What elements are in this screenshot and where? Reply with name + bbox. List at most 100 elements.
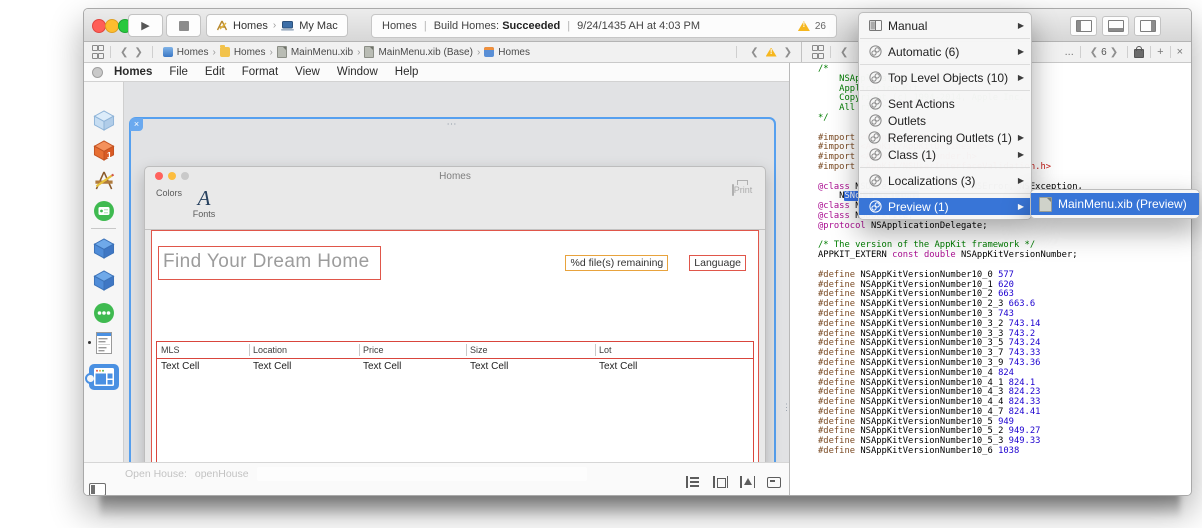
menu-item-outlets[interactable]: Outlets <box>859 112 1031 129</box>
ib-canvas[interactable]: × ⋯ ⋮ ⋮ Homes <box>124 82 789 462</box>
design-window[interactable]: Homes Colors A Fonts Print Find Your Dre… <box>144 166 766 462</box>
document-outline-dock: 1 <box>84 82 124 462</box>
stack-button[interactable] <box>686 476 701 488</box>
column-header-size[interactable]: Size <box>466 344 595 356</box>
document-outline-toggle[interactable] <box>89 483 106 495</box>
xib-icon <box>276 46 287 58</box>
counterparts-icon <box>868 97 882 111</box>
fonts-toolbar-item[interactable]: A Fonts <box>189 187 219 219</box>
ib-menu-edit[interactable]: Edit <box>205 66 225 78</box>
breadcrumb-item[interactable]: MainMenu.xib <box>276 46 353 58</box>
menu-item-top-level-objects-10[interactable]: Top Level Objects (10) ▶ <box>859 69 1031 86</box>
menu-item-sent-actions[interactable]: Sent Actions <box>859 95 1031 112</box>
svg-text:1: 1 <box>106 150 111 160</box>
first-responder-icon[interactable]: 1 <box>92 140 115 166</box>
scheme-selector[interactable]: Homes › My Mac <box>206 14 348 37</box>
back-button[interactable]: ❮ <box>117 47 131 58</box>
table-cell: Text Cell <box>470 361 509 372</box>
close-traffic-light[interactable] <box>92 19 106 33</box>
ib-menu-window[interactable]: Window <box>337 66 378 78</box>
window-selection-frame[interactable]: × ⋯ ⋮ ⋮ Homes <box>124 117 789 462</box>
stop-button[interactable] <box>166 14 201 37</box>
align-button[interactable] <box>713 476 728 488</box>
table-header-row: MLS Location Price Size Lot <box>157 342 753 359</box>
window-object-icon-selected[interactable] <box>84 364 119 390</box>
column-header-mls[interactable]: MLS <box>157 344 249 356</box>
inspector-panel-button[interactable] <box>1134 16 1161 36</box>
main-menu-icon[interactable] <box>87 332 112 359</box>
menu-item-referencing-outlets-1[interactable]: Referencing Outlets (1) ▶ <box>859 129 1031 146</box>
chevron-separator: › <box>357 46 361 58</box>
column-header-price[interactable]: Price <box>359 344 466 356</box>
app-delegate-object-icon[interactable] <box>92 238 115 264</box>
column-header-location[interactable]: Location <box>249 344 359 356</box>
navigator-panel-button[interactable] <box>1070 16 1097 36</box>
ib-menu-homes[interactable]: Homes <box>114 66 152 78</box>
menu-item-class-1[interactable]: Class (1) ▶ <box>859 146 1031 163</box>
forward-button[interactable]: ❯ <box>131 47 145 58</box>
selection-dot <box>87 341 91 344</box>
colors-toolbar-item[interactable]: Colors <box>153 188 185 198</box>
add-assistant-editor-button[interactable]: + <box>1157 46 1163 58</box>
menu-item-localizations-3[interactable]: Localizations (3) ▶ <box>859 172 1031 189</box>
column-header-lot[interactable]: Lot <box>595 344 753 356</box>
menu-separator <box>860 64 1030 65</box>
object-cube-icon[interactable] <box>92 270 115 296</box>
lock-icon[interactable] <box>1134 46 1145 58</box>
status-separator: | <box>567 20 571 32</box>
menu-item-preview-1[interactable]: Preview (1) ▶ <box>859 198 1031 215</box>
chevron-separator: › <box>272 20 277 31</box>
debug-panel-button[interactable] <box>1102 16 1129 36</box>
font-manager-icon[interactable] <box>93 200 115 227</box>
listings-table[interactable]: MLS Location Price Size Lot Text Cell Text Ce… <box>156 341 754 462</box>
file-owner-icon[interactable] <box>92 110 115 136</box>
table-row[interactable]: Text Cell Text Cell Text Cell Text Cell Text… <box>157 359 753 374</box>
close-design-icon[interactable]: × <box>130 118 143 131</box>
apple-menu-icon[interactable] <box>92 66 103 78</box>
menu-separator <box>860 193 1030 194</box>
ib-menu-file[interactable]: File <box>169 66 188 78</box>
drag-handle-icon[interactable]: ⋯ <box>447 120 459 130</box>
screenshot: ▶ Homes › My Mac Homes | Build Homes: Su… <box>0 0 1202 528</box>
counterparts-icon <box>868 200 882 214</box>
ib-menu-view[interactable]: View <box>295 66 320 78</box>
project-icon <box>162 47 173 57</box>
resolve-issues-button[interactable] <box>767 476 781 488</box>
breadcrumb-item[interactable]: Homes <box>484 47 530 58</box>
submenu-arrow-icon: ▶ <box>1017 73 1024 82</box>
next-issue-button[interactable]: ❯ <box>781 47 795 58</box>
warning-icon[interactable] <box>765 47 777 57</box>
run-button[interactable]: ▶ <box>128 14 163 37</box>
application-icon[interactable] <box>92 170 115 196</box>
ib-menu-help[interactable]: Help <box>395 66 419 78</box>
menu-item-automatic-6[interactable]: Automatic (6) ▶ <box>859 43 1031 60</box>
language-button[interactable]: Language <box>689 255 746 271</box>
submenu-item-mainmenu-xib-preview[interactable]: MainMenu.xib (Preview) <box>1031 193 1199 215</box>
related-items-icon[interactable] <box>92 45 104 59</box>
previous-counterpart-button[interactable]: ❮ <box>1087 47 1101 58</box>
breadcrumb-item[interactable]: Homes <box>219 45 266 58</box>
menu-object-icon[interactable] <box>93 302 115 329</box>
breadcrumb-item[interactable]: MainMenu.xib (Base) <box>364 46 473 58</box>
mock-close-light <box>155 172 163 180</box>
minimize-traffic-light[interactable] <box>105 19 119 33</box>
open-house-value: openHouse <box>194 468 249 480</box>
ib-menu-format[interactable]: Format <box>242 66 278 78</box>
status-time: 9/24/1435 AH at 4:03 PM <box>577 20 701 32</box>
heading-label[interactable]: Find Your Dream Home <box>158 246 381 280</box>
warning-count[interactable]: 26 <box>815 21 826 32</box>
print-toolbar-item[interactable]: Print <box>727 184 757 196</box>
next-counterpart-button[interactable]: ❯ <box>1107 47 1121 58</box>
mock-minimize-light <box>168 172 176 180</box>
files-remaining-label[interactable]: %d file(s) remaining <box>565 255 669 271</box>
back-button[interactable]: ❮ <box>837 47 851 58</box>
counterparts-icon <box>868 148 882 162</box>
pin-button[interactable] <box>740 476 755 488</box>
resize-handle-right[interactable]: ⋮ <box>782 403 789 412</box>
previous-issue-button[interactable]: ❮ <box>747 47 761 58</box>
related-items-icon[interactable] <box>812 45 824 59</box>
warning-icon[interactable] <box>797 21 810 31</box>
close-assistant-editor-button[interactable]: × <box>1177 46 1183 58</box>
menu-item-manual[interactable]: Manual ▶ <box>859 17 1031 34</box>
breadcrumb-item[interactable]: Homes <box>162 47 208 58</box>
